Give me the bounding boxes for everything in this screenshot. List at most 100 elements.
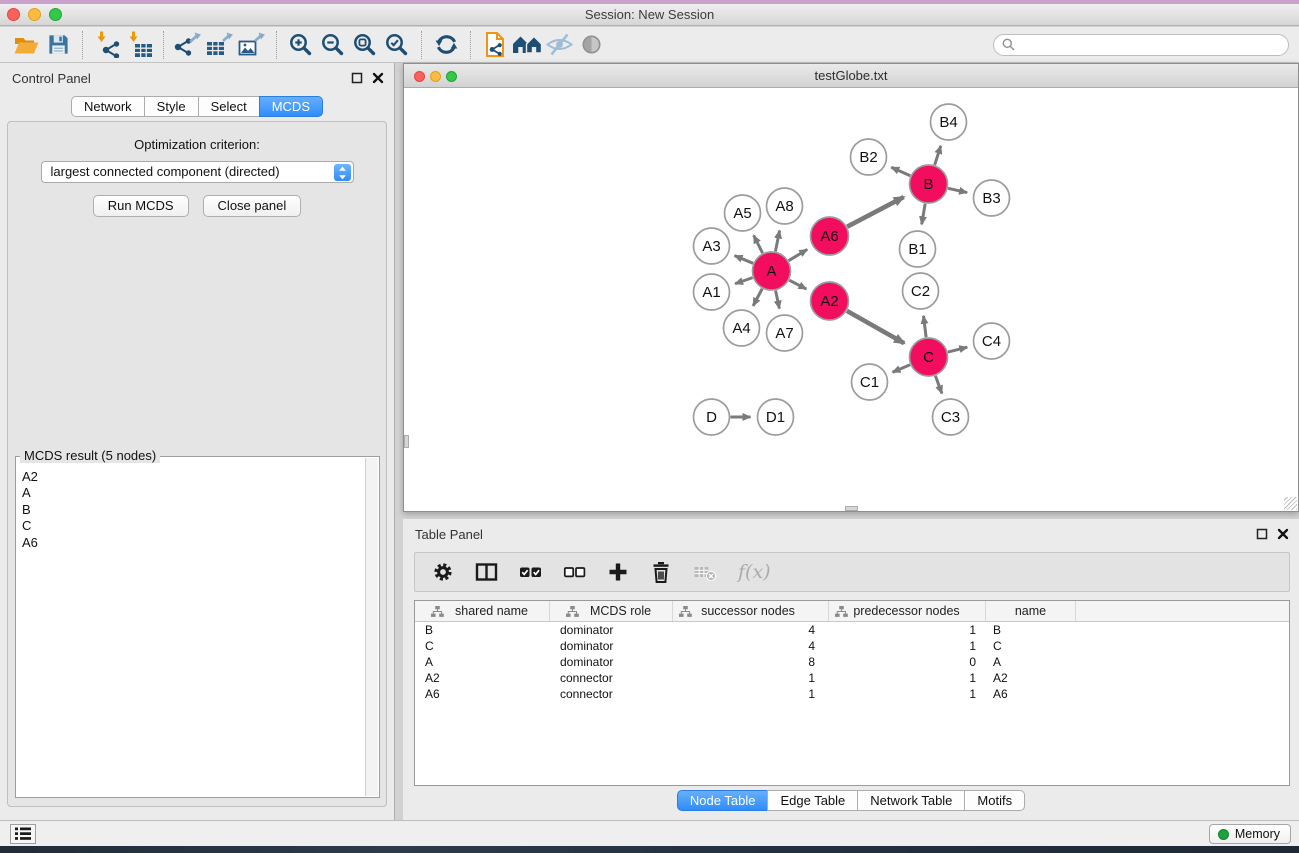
table-row[interactable]: A2 connector 1 1 A2 bbox=[415, 670, 1289, 686]
tab-network[interactable]: Network bbox=[71, 96, 145, 117]
table-row[interactable]: B dominator 4 1 B bbox=[415, 622, 1289, 638]
graph-edge[interactable] bbox=[753, 289, 762, 306]
graph-edge[interactable] bbox=[891, 167, 910, 176]
function-builder-button[interactable]: f(x) bbox=[738, 561, 771, 583]
minimize-window-button[interactable] bbox=[28, 8, 41, 21]
canvas-vertical-scroll-thumb[interactable] bbox=[404, 435, 409, 448]
zoom-window-button[interactable] bbox=[49, 8, 62, 21]
close-table-panel-button[interactable] bbox=[1277, 528, 1289, 540]
graph-edge[interactable] bbox=[754, 235, 763, 253]
home-layout-button[interactable] bbox=[511, 29, 543, 61]
tab-mcds[interactable]: MCDS bbox=[259, 96, 323, 117]
criterion-value: largest connected component (directed) bbox=[51, 164, 280, 179]
unselect-all-columns-button[interactable] bbox=[563, 561, 586, 583]
control-panel-tabs: Network Style Select MCDS bbox=[0, 96, 394, 117]
table-row[interactable]: C dominator 4 1 C bbox=[415, 638, 1289, 654]
table-settings-button[interactable] bbox=[432, 561, 454, 583]
zoom-in-button[interactable] bbox=[285, 29, 317, 61]
graph-edge[interactable] bbox=[948, 188, 967, 192]
float-table-panel-button[interactable] bbox=[1256, 528, 1268, 540]
result-item[interactable]: A bbox=[22, 485, 364, 501]
column-header-name[interactable]: name bbox=[986, 601, 1076, 621]
open-file-button[interactable] bbox=[10, 29, 42, 61]
close-window-button[interactable] bbox=[7, 8, 20, 21]
result-item[interactable]: A6 bbox=[22, 535, 364, 551]
tab-network-table[interactable]: Network Table bbox=[857, 790, 965, 811]
close-panel-button[interactable] bbox=[372, 72, 384, 84]
tab-style[interactable]: Style bbox=[144, 96, 199, 117]
refresh-button[interactable] bbox=[430, 29, 462, 61]
zoom-selected-button[interactable] bbox=[381, 29, 413, 61]
graph-edge[interactable] bbox=[935, 376, 942, 394]
task-history-button[interactable] bbox=[10, 824, 36, 844]
result-scrollbar[interactable] bbox=[365, 458, 378, 796]
mcds-result-legend: MCDS result (5 nodes) bbox=[20, 448, 160, 463]
graph-edge[interactable] bbox=[847, 311, 904, 343]
eye-icon bbox=[580, 33, 603, 56]
column-header-successor-nodes[interactable]: successor nodes bbox=[673, 601, 829, 621]
select-all-columns-button[interactable] bbox=[519, 561, 542, 583]
column-header-shared-name[interactable]: shared name bbox=[415, 601, 550, 621]
graph-edge[interactable] bbox=[775, 231, 779, 252]
sitemap-icon bbox=[431, 606, 444, 617]
result-item[interactable]: C bbox=[22, 518, 364, 534]
show-hidden-button[interactable] bbox=[575, 29, 607, 61]
criterion-select[interactable]: largest connected component (directed) bbox=[41, 161, 354, 183]
network-canvas[interactable]: B4B2BB3A5A8A6A3B1AA1C2A2A4A7C4CC1C3DD1 bbox=[404, 88, 1298, 511]
graph-node-label: B2 bbox=[859, 149, 877, 166]
network-zoom-button[interactable] bbox=[446, 71, 457, 82]
resize-grip[interactable] bbox=[1284, 497, 1297, 510]
network-minimize-button[interactable] bbox=[430, 71, 441, 82]
float-panel-button[interactable] bbox=[351, 72, 363, 84]
export-image-button[interactable] bbox=[236, 29, 268, 61]
search-input[interactable] bbox=[1020, 38, 1280, 52]
zoom-out-button[interactable] bbox=[317, 29, 349, 61]
table-row[interactable]: A6 connector 1 1 A6 bbox=[415, 686, 1289, 702]
export-network-button[interactable] bbox=[172, 29, 204, 61]
graph-edge[interactable] bbox=[789, 249, 808, 260]
column-header-mcds-role[interactable]: MCDS role bbox=[550, 601, 673, 621]
graph-edge[interactable] bbox=[935, 146, 941, 165]
add-column-button[interactable] bbox=[607, 561, 629, 583]
zoom-out-icon bbox=[320, 32, 346, 58]
toolbar-separator bbox=[276, 31, 277, 59]
graph-node-label: C2 bbox=[911, 283, 930, 300]
graph-edge[interactable] bbox=[789, 280, 806, 289]
import-network-button[interactable] bbox=[91, 29, 123, 61]
result-item[interactable]: B bbox=[22, 502, 364, 518]
run-mcds-button[interactable]: Run MCDS bbox=[93, 195, 189, 217]
zoom-fit-button[interactable] bbox=[349, 29, 381, 61]
result-item[interactable]: A2 bbox=[22, 469, 364, 485]
graph-edge[interactable] bbox=[735, 278, 753, 284]
delete-column-button[interactable] bbox=[650, 561, 672, 584]
import-table-button[interactable] bbox=[123, 29, 155, 61]
graph-edge[interactable] bbox=[776, 291, 780, 309]
hide-selected-button[interactable] bbox=[543, 29, 575, 61]
graph-edge[interactable] bbox=[893, 365, 911, 372]
tab-edge-table[interactable]: Edge Table bbox=[767, 790, 858, 811]
graph-edge[interactable] bbox=[847, 197, 904, 227]
mcds-result-list[interactable]: A2 A B C A6 bbox=[18, 466, 364, 795]
graph-edge[interactable] bbox=[922, 204, 925, 225]
table-row[interactable]: A dominator 8 0 A bbox=[415, 654, 1289, 670]
tab-select[interactable]: Select bbox=[198, 96, 260, 117]
canvas-horizontal-scroll-thumb[interactable] bbox=[845, 506, 858, 511]
close-panel-action-button[interactable]: Close panel bbox=[203, 195, 302, 217]
clone-network-button[interactable] bbox=[479, 29, 511, 61]
graph-edge[interactable] bbox=[948, 347, 967, 352]
graph-edge[interactable] bbox=[735, 256, 753, 264]
network-graph[interactable]: B4B2BB3A5A8A6A3B1AA1C2A2A4A7C4CC1C3DD1 bbox=[404, 88, 1298, 511]
save-session-button[interactable] bbox=[42, 29, 74, 61]
memory-status-button[interactable]: Memory bbox=[1209, 824, 1291, 844]
split-table-button[interactable] bbox=[475, 561, 498, 583]
search-box bbox=[993, 34, 1289, 56]
graph-node-label: A bbox=[766, 263, 776, 280]
network-close-button[interactable] bbox=[414, 71, 425, 82]
column-header-predecessor-nodes[interactable]: predecessor nodes bbox=[829, 601, 986, 621]
plus-icon bbox=[607, 561, 629, 583]
tab-node-table[interactable]: Node Table bbox=[677, 790, 769, 811]
destroy-table-button[interactable] bbox=[693, 561, 717, 583]
export-table-button[interactable] bbox=[204, 29, 236, 61]
tab-motifs[interactable]: Motifs bbox=[964, 790, 1025, 811]
graph-edge[interactable] bbox=[924, 316, 927, 337]
